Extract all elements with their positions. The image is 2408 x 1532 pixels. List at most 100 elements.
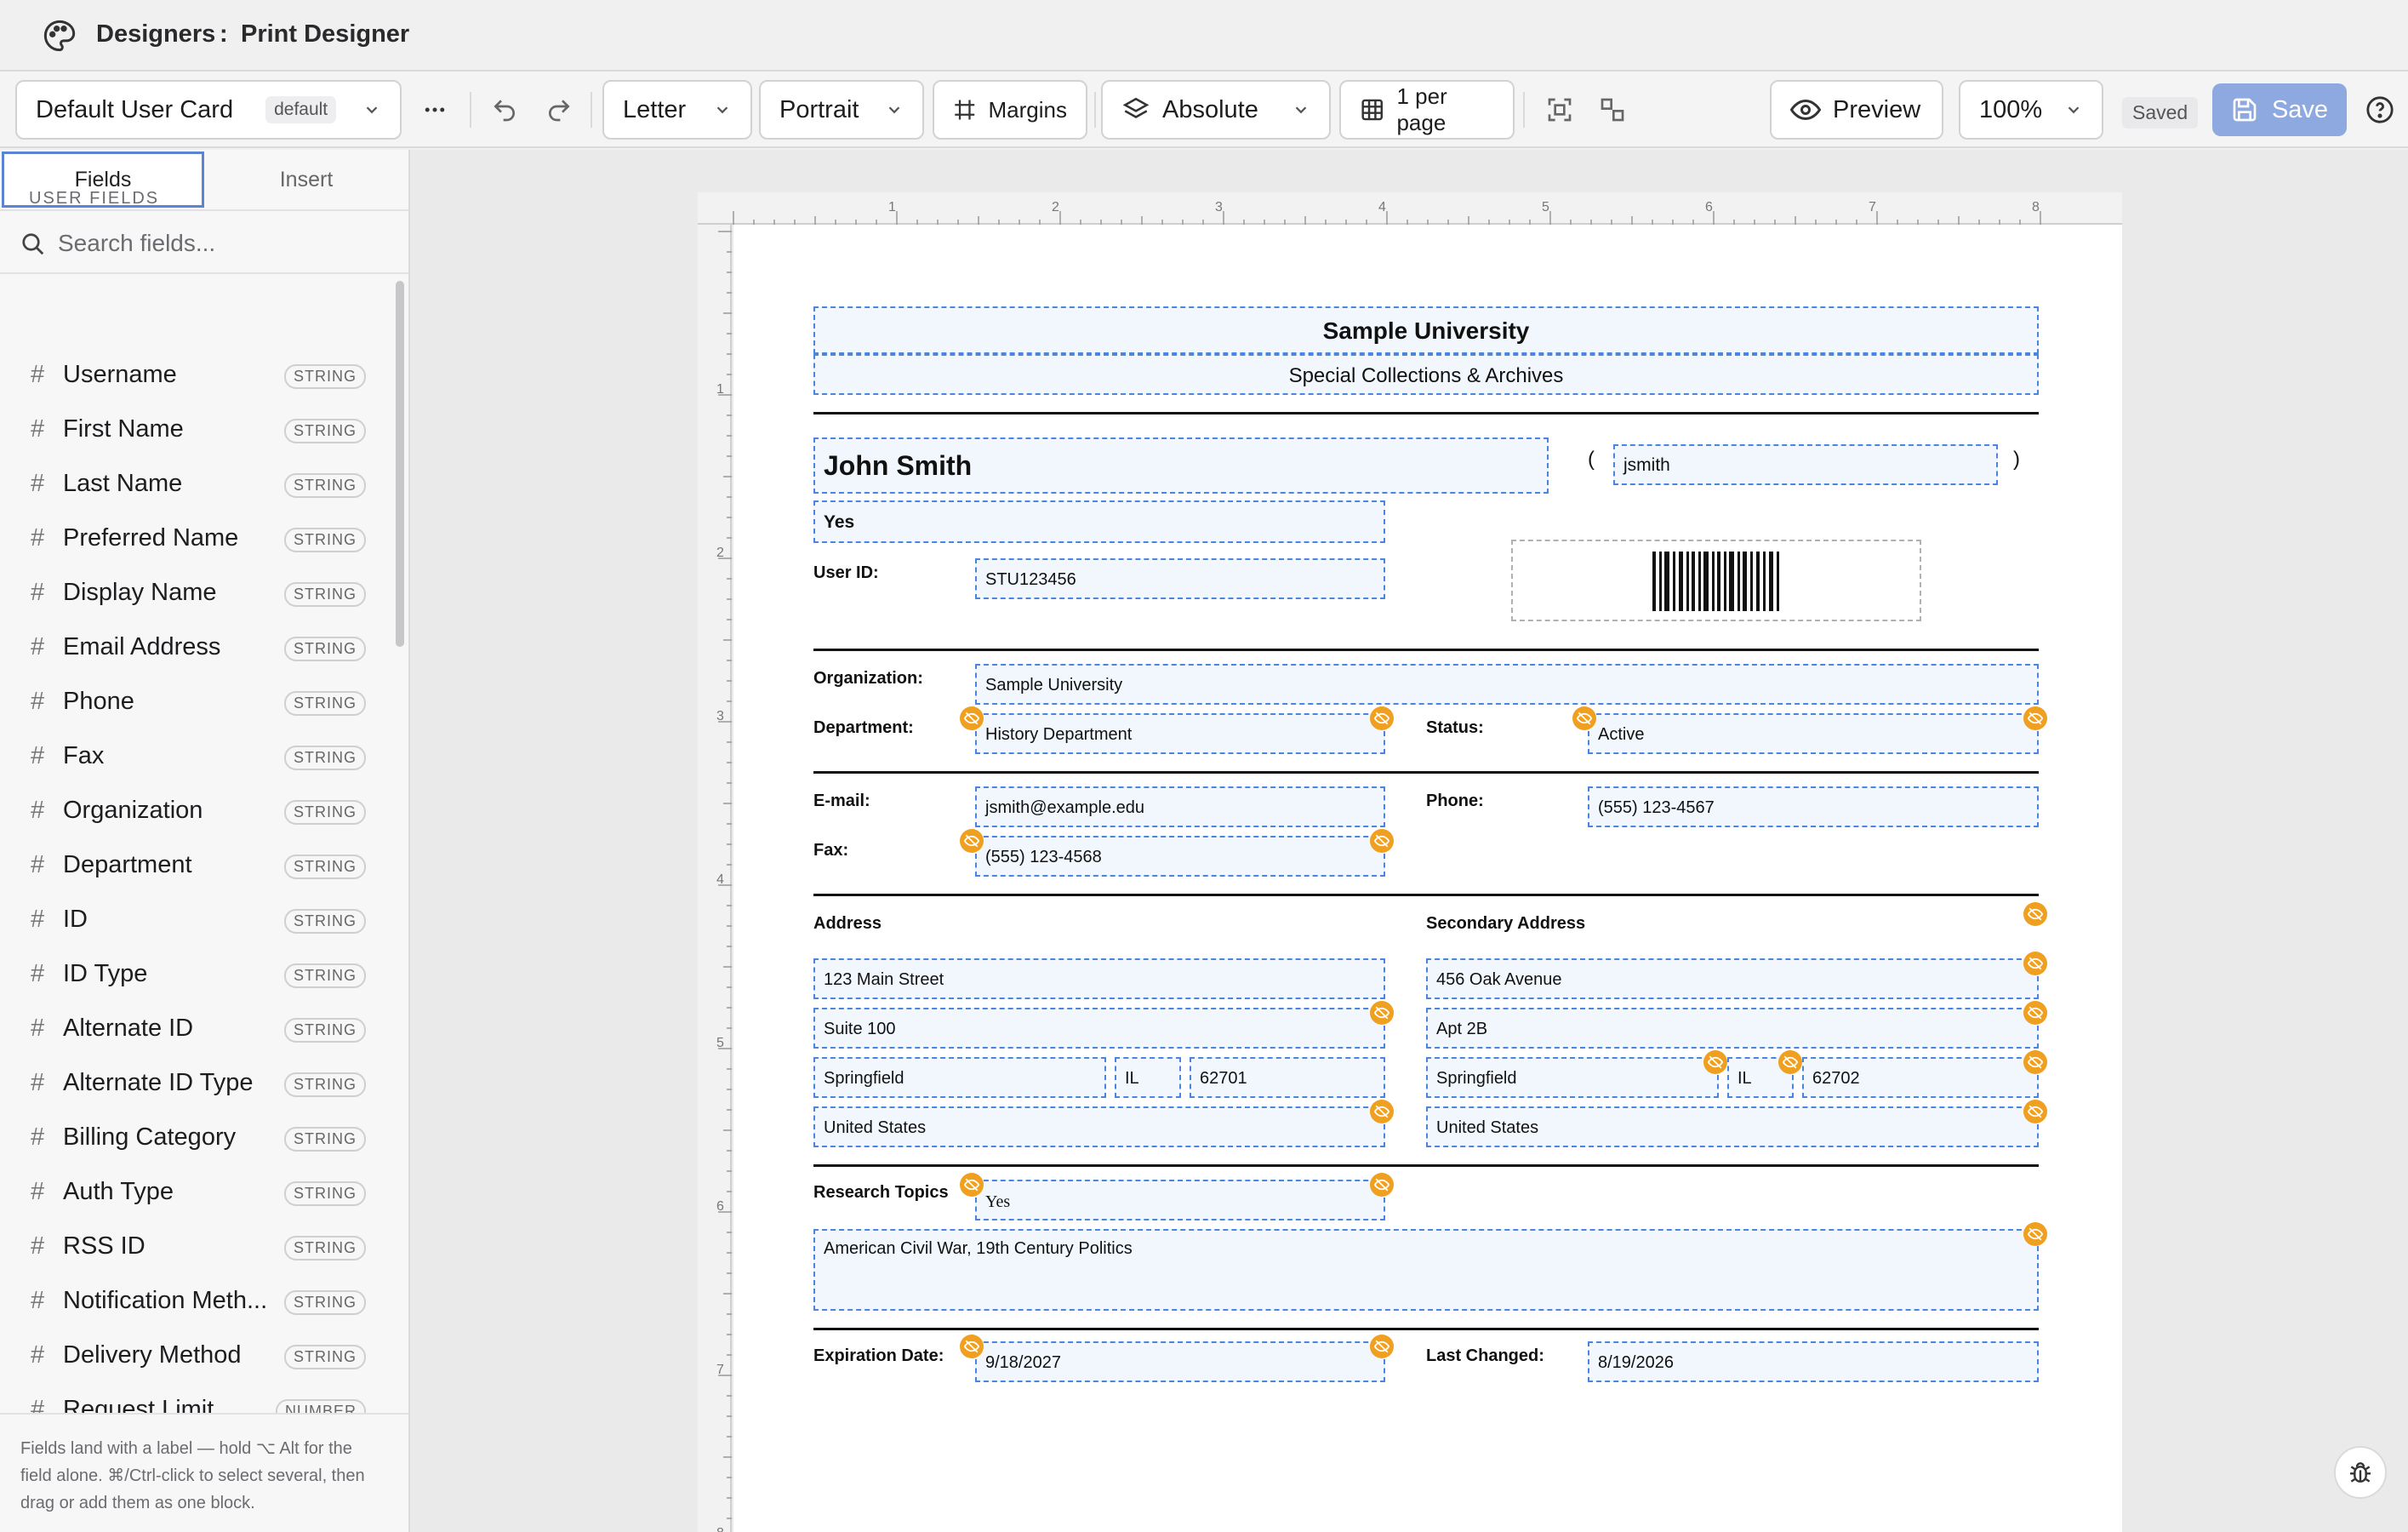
field-list-item[interactable]: # Preferred Name STRING — [0, 514, 391, 562]
more-options-icon[interactable] — [417, 92, 453, 128]
field-list-item[interactable]: # Auth Type STRING — [0, 1168, 391, 1215]
field-list-item[interactable]: # First Name STRING — [0, 405, 391, 453]
positioning-select[interactable]: Absolute — [1101, 80, 1331, 140]
field-secondary-address-city[interactable]: Springfield — [1426, 1057, 1719, 1098]
hidden-field-icon[interactable] — [1370, 1173, 1394, 1197]
field-flag[interactable]: Yes — [813, 500, 1385, 543]
field-list-item[interactable]: # RSS ID STRING — [0, 1222, 391, 1270]
field-username[interactable]: jsmith — [1613, 444, 1998, 485]
field-list-item[interactable]: # Display Name STRING — [0, 569, 391, 616]
field-fax[interactable]: (555) 123-4568 — [975, 836, 1385, 877]
field-department[interactable]: History Department — [975, 713, 1385, 754]
per-page-select[interactable]: 1 per page — [1339, 80, 1515, 140]
field-list-item[interactable]: # Alternate ID STRING — [0, 1004, 391, 1052]
hidden-field-icon[interactable] — [1370, 1335, 1394, 1358]
hidden-field-icon[interactable] — [1370, 706, 1394, 730]
hidden-field-icon[interactable] — [1370, 1100, 1394, 1123]
field-list-item[interactable]: # ID STRING — [0, 895, 391, 943]
field-email[interactable]: jsmith@example.edu — [975, 786, 1385, 827]
field-secondary-address-line1[interactable]: 456 Oak Avenue — [1426, 958, 2039, 999]
field-user-id[interactable]: STU123456 — [975, 558, 1385, 599]
field-list-item[interactable]: # Department STRING — [0, 841, 391, 889]
hidden-field-icon[interactable] — [1572, 706, 1596, 730]
field-address-zip[interactable]: 62701 — [1190, 1057, 1385, 1098]
hidden-field-icon[interactable] — [2023, 1050, 2047, 1074]
field-full-name[interactable]: John Smith — [813, 437, 1549, 494]
field-search[interactable]: Search fields... — [0, 209, 408, 274]
field-address-country[interactable]: United States — [813, 1106, 1385, 1147]
margins-button[interactable]: Margins — [933, 80, 1087, 140]
preview-button[interactable]: Preview — [1770, 80, 1943, 140]
field-list-item[interactable]: # Email Address STRING — [0, 623, 391, 671]
field-list-item[interactable]: # Request Limit NUMBER — [0, 1386, 391, 1413]
bug-icon[interactable] — [2334, 1446, 2387, 1499]
field-address-city[interactable]: Springfield — [813, 1057, 1106, 1098]
field-list-item[interactable]: # Organization STRING — [0, 786, 391, 834]
hidden-field-icon[interactable] — [1370, 829, 1394, 853]
hidden-field-icon[interactable] — [960, 829, 984, 853]
orientation-select[interactable]: Portrait — [759, 80, 924, 140]
hash-icon: # — [31, 1178, 45, 1205]
hidden-field-icon[interactable] — [2023, 1100, 2047, 1123]
search-input[interactable]: Search fields... — [58, 230, 215, 257]
hidden-field-icon[interactable] — [1703, 1050, 1727, 1074]
field-status[interactable]: Active — [1588, 713, 2039, 754]
divider-line — [813, 894, 2039, 896]
toolbar-divider — [470, 92, 471, 128]
print-page[interactable] — [733, 225, 2122, 1532]
field-organization[interactable]: Sample University — [975, 664, 2039, 705]
zoom-select[interactable]: 100% — [1959, 80, 2103, 140]
field-list-item[interactable]: # Username STRING — [0, 351, 391, 398]
field-secondary-address-country[interactable]: United States — [1426, 1106, 2039, 1147]
paper-size-select[interactable]: Letter — [602, 80, 752, 140]
group-icon[interactable] — [1595, 92, 1630, 128]
hash-icon: # — [31, 1341, 45, 1369]
field-subtitle[interactable]: Special Collections & Archives — [813, 354, 2039, 395]
hidden-field-icon[interactable] — [2023, 952, 2047, 975]
field-list-item[interactable]: # Alternate ID Type STRING — [0, 1059, 391, 1106]
field-research-flag[interactable]: Yes — [975, 1180, 1385, 1220]
field-list-item[interactable]: # Delivery Method STRING — [0, 1331, 391, 1379]
hidden-field-icon[interactable] — [960, 1173, 984, 1197]
save-button[interactable]: Save — [2212, 83, 2347, 136]
hidden-field-icon[interactable] — [960, 1335, 984, 1358]
field-list-item[interactable]: # Fax STRING — [0, 732, 391, 780]
hidden-field-icon[interactable] — [960, 706, 984, 730]
hidden-field-icon[interactable] — [2023, 902, 2047, 926]
breadcrumb-designers[interactable]: Designers — [96, 20, 215, 49]
hidden-field-icon[interactable] — [2023, 1222, 2047, 1246]
undo-icon[interactable] — [487, 92, 522, 128]
field-list-item[interactable]: # ID Type STRING — [0, 950, 391, 998]
field-secondary-address-line2[interactable]: Apt 2B — [1426, 1008, 2039, 1049]
template-selector[interactable]: Default User Card default — [15, 80, 402, 140]
palette-icon[interactable] — [43, 19, 77, 53]
field-list-item[interactable]: # Phone STRING — [0, 677, 391, 725]
field-barcode[interactable] — [1511, 540, 1921, 621]
field-address-state[interactable]: IL — [1115, 1057, 1181, 1098]
field-list-item[interactable]: # Notification Meth... STRING — [0, 1277, 391, 1324]
hidden-field-icon[interactable] — [2023, 1001, 2047, 1025]
redo-icon[interactable] — [541, 92, 577, 128]
field-address-line2[interactable]: Suite 100 — [813, 1008, 1385, 1049]
hash-icon: # — [31, 1287, 45, 1314]
chevron-down-icon — [1295, 106, 1307, 114]
hidden-field-icon[interactable] — [1778, 1050, 1802, 1074]
address-city-text: Springfield — [824, 1069, 904, 1088]
field-list-item[interactable]: # Billing Category STRING — [0, 1113, 391, 1161]
field-last-changed[interactable]: 8/19/2026 — [1588, 1341, 2039, 1382]
divider-line — [813, 771, 2039, 774]
paper-size-value: Letter — [623, 95, 687, 123]
tab-insert[interactable]: Insert — [206, 151, 407, 208]
field-institution[interactable]: Sample University — [813, 306, 2039, 354]
fit-to-page-icon[interactable] — [1542, 92, 1578, 128]
field-secondary-address-zip[interactable]: 62702 — [1802, 1057, 2039, 1098]
field-research-topics[interactable]: American Civil War, 19th Century Politic… — [813, 1229, 2039, 1311]
field-list-item[interactable]: # Last Name STRING — [0, 460, 391, 507]
field-phone[interactable]: (555) 123-4567 — [1588, 786, 2039, 827]
sidebar-scrollbar[interactable] — [396, 281, 404, 647]
help-icon[interactable] — [2362, 92, 2398, 128]
field-expiration-date[interactable]: 9/18/2027 — [975, 1341, 1385, 1382]
hidden-field-icon[interactable] — [1370, 1001, 1394, 1025]
field-address-line1[interactable]: 123 Main Street — [813, 958, 1385, 999]
hidden-field-icon[interactable] — [2023, 706, 2047, 730]
